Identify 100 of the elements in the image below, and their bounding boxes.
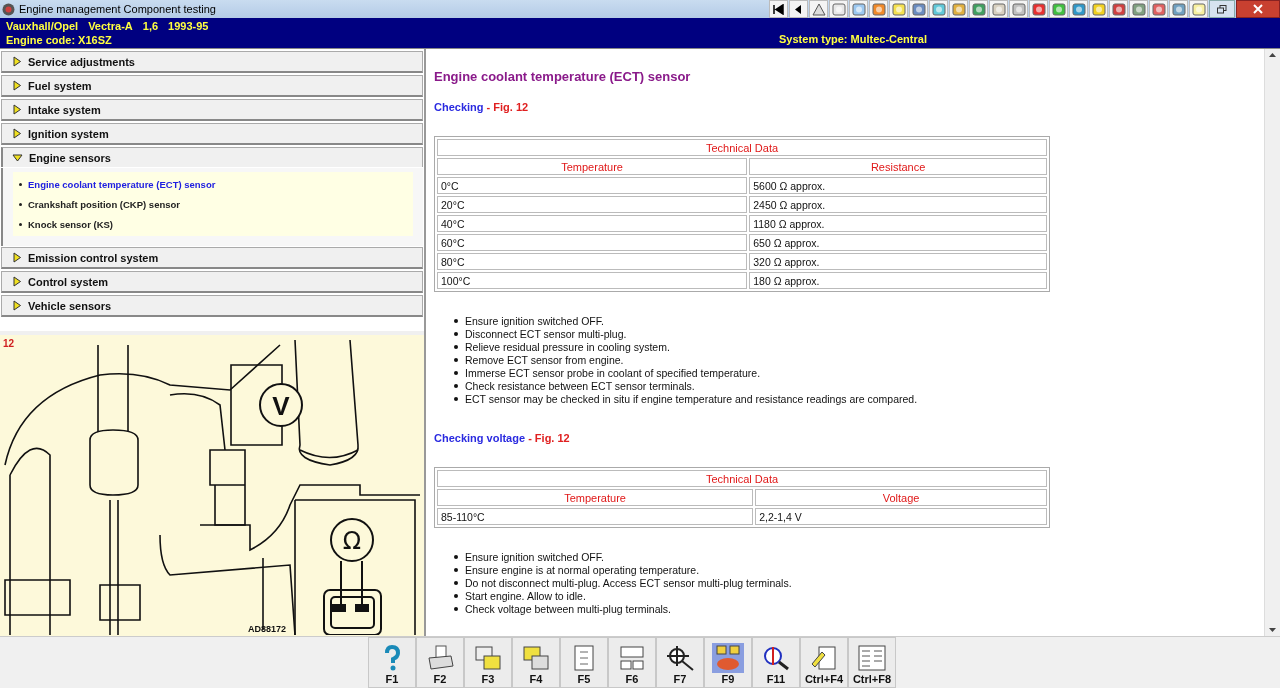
tool-icon — [931, 2, 946, 16]
toolbar-button[interactable] — [1069, 0, 1088, 18]
table-cell: 1180 Ω approx. — [749, 215, 1047, 232]
function-key-button[interactable]: F5 — [560, 637, 608, 688]
function-key-button[interactable]: F6 — [608, 637, 656, 688]
table-cell: 0°C — [437, 177, 748, 194]
table-cell: 5600 Ω approx. — [749, 177, 1047, 194]
sidebar-section[interactable]: Vehicle sensors — [1, 295, 423, 317]
function-key-button[interactable]: Ctrl+F8 — [848, 637, 896, 688]
sidebar-section[interactable]: Ignition system — [1, 123, 423, 145]
bullet-dot — [454, 370, 458, 375]
previous-button[interactable] — [789, 0, 808, 18]
toolbar-button[interactable] — [909, 0, 928, 18]
sidebar-section[interactable]: Intake system — [1, 99, 423, 121]
toolbar-button[interactable] — [989, 0, 1008, 18]
scroll-bar[interactable] — [1264, 49, 1280, 636]
tool-icon — [951, 2, 966, 16]
toolbar-button[interactable] — [1169, 0, 1188, 18]
instruction-text: Relieve residual pressure in cooling system. — [465, 340, 670, 353]
toolbar-button[interactable] — [1189, 0, 1208, 18]
collapsed-arrow-icon — [11, 300, 22, 311]
bullet-dot — [454, 331, 458, 336]
warning-button[interactable] — [809, 0, 828, 18]
function-key-button[interactable]: F9 — [704, 637, 752, 688]
instruction-text: Ensure engine is at normal operating temperature. — [465, 563, 700, 576]
table-title: Technical Data — [437, 470, 1047, 487]
column-header: Voltage — [755, 489, 1047, 506]
collapsed-arrow-icon — [11, 104, 22, 115]
toolbar-button[interactable] — [869, 0, 888, 18]
figure-reference: AD88172 — [248, 624, 287, 634]
sidebar-section[interactable]: Control system — [1, 271, 423, 293]
toolbar-button[interactable] — [969, 0, 988, 18]
sidebar-section[interactable]: Emission control system — [1, 247, 423, 269]
magnifier-icon — [666, 645, 694, 671]
toolbar-button[interactable] — [1109, 0, 1128, 18]
section-heading: Checking - Fig. 12 — [434, 101, 529, 113]
tool-icon — [1151, 2, 1166, 16]
pages-icon — [523, 646, 549, 670]
instruction-text: Ensure ignition switched OFF. — [465, 314, 604, 327]
component-icon — [716, 645, 740, 670]
toolbar-button[interactable] — [849, 0, 868, 18]
diagram-icon — [620, 646, 644, 670]
instruction-text: Remove ECT sensor from engine. — [465, 353, 624, 366]
instruction-text: Start engine. Allow to idle. — [465, 589, 586, 602]
tool-icon — [871, 2, 886, 16]
column-header: Temperature — [437, 489, 754, 506]
function-key-button[interactable]: F3 — [464, 637, 512, 688]
tool-icon — [1051, 2, 1066, 16]
column-header: Resistance — [749, 158, 1047, 175]
toolbar-button[interactable] — [1129, 0, 1148, 18]
tool-icon — [1091, 2, 1106, 16]
function-key-button[interactable]: F7 — [656, 637, 704, 688]
table-cell: 320 Ω approx. — [749, 253, 1047, 270]
voltmeter-icon — [259, 383, 303, 427]
restore-button[interactable] — [1209, 0, 1235, 18]
tool-icon — [1111, 2, 1126, 16]
toolbar-button[interactable] — [929, 0, 948, 18]
toolbar-button[interactable] — [949, 0, 968, 18]
sidebar-section[interactable]: Fuel system — [1, 75, 423, 97]
list-icon — [858, 645, 886, 671]
section-heading: Checking voltage - Fig. 12 — [434, 432, 570, 444]
tool-icon — [831, 2, 846, 16]
sidebar-section[interactable]: Service adjustments — [1, 51, 423, 73]
tool-icon — [911, 2, 926, 16]
toolbar-button[interactable] — [829, 0, 848, 18]
instruction-text: Check voltage between multi-plug terminals. — [465, 602, 672, 615]
sidebar-section[interactable]: Engine sensors — [1, 147, 423, 167]
toolbar-button[interactable] — [1009, 0, 1028, 18]
function-key-button[interactable]: F11 — [752, 637, 800, 688]
expanded-arrow-icon — [12, 152, 23, 163]
collapsed-arrow-icon — [11, 276, 22, 287]
bullet-dot — [454, 567, 458, 572]
sidebar-item[interactable]: Engine coolant temperature (ECT) sensor — [13, 174, 413, 194]
close-button[interactable] — [1236, 0, 1280, 18]
table-cell: 2450 Ω approx. — [749, 196, 1047, 213]
first-page-icon — [773, 3, 784, 15]
toolbar-button[interactable] — [889, 0, 908, 18]
sidebar-item[interactable]: Crankshaft position (CKP) sensor — [13, 194, 413, 214]
bullet-dot — [454, 344, 458, 349]
function-key-button[interactable]: F1 — [368, 637, 416, 688]
notes-icon — [811, 646, 836, 670]
table-cell: 60°C — [437, 234, 748, 251]
tool-icon — [1031, 2, 1046, 16]
toolbar-button[interactable] — [1149, 0, 1168, 18]
restore-icon — [1217, 4, 1227, 14]
search-icon — [764, 646, 789, 671]
function-key-button[interactable]: F4 — [512, 637, 560, 688]
bullet-dot — [454, 580, 458, 585]
toolbar-button[interactable] — [1029, 0, 1048, 18]
instruction-text: Ensure ignition switched OFF. — [465, 550, 604, 563]
app-icon — [2, 2, 15, 16]
function-key-button[interactable]: F2 — [416, 637, 464, 688]
first-page-button[interactable] — [769, 0, 788, 18]
bullet-dot — [454, 554, 458, 559]
toolbar-button[interactable] — [1049, 0, 1068, 18]
table-cell: 20°C — [437, 196, 748, 213]
function-key-button[interactable]: Ctrl+F4 — [800, 637, 848, 688]
table-cell: 2,2-1,4 V — [755, 508, 1047, 525]
sidebar-item[interactable]: Knock sensor (KS) — [13, 214, 413, 234]
toolbar-button[interactable] — [1089, 0, 1108, 18]
